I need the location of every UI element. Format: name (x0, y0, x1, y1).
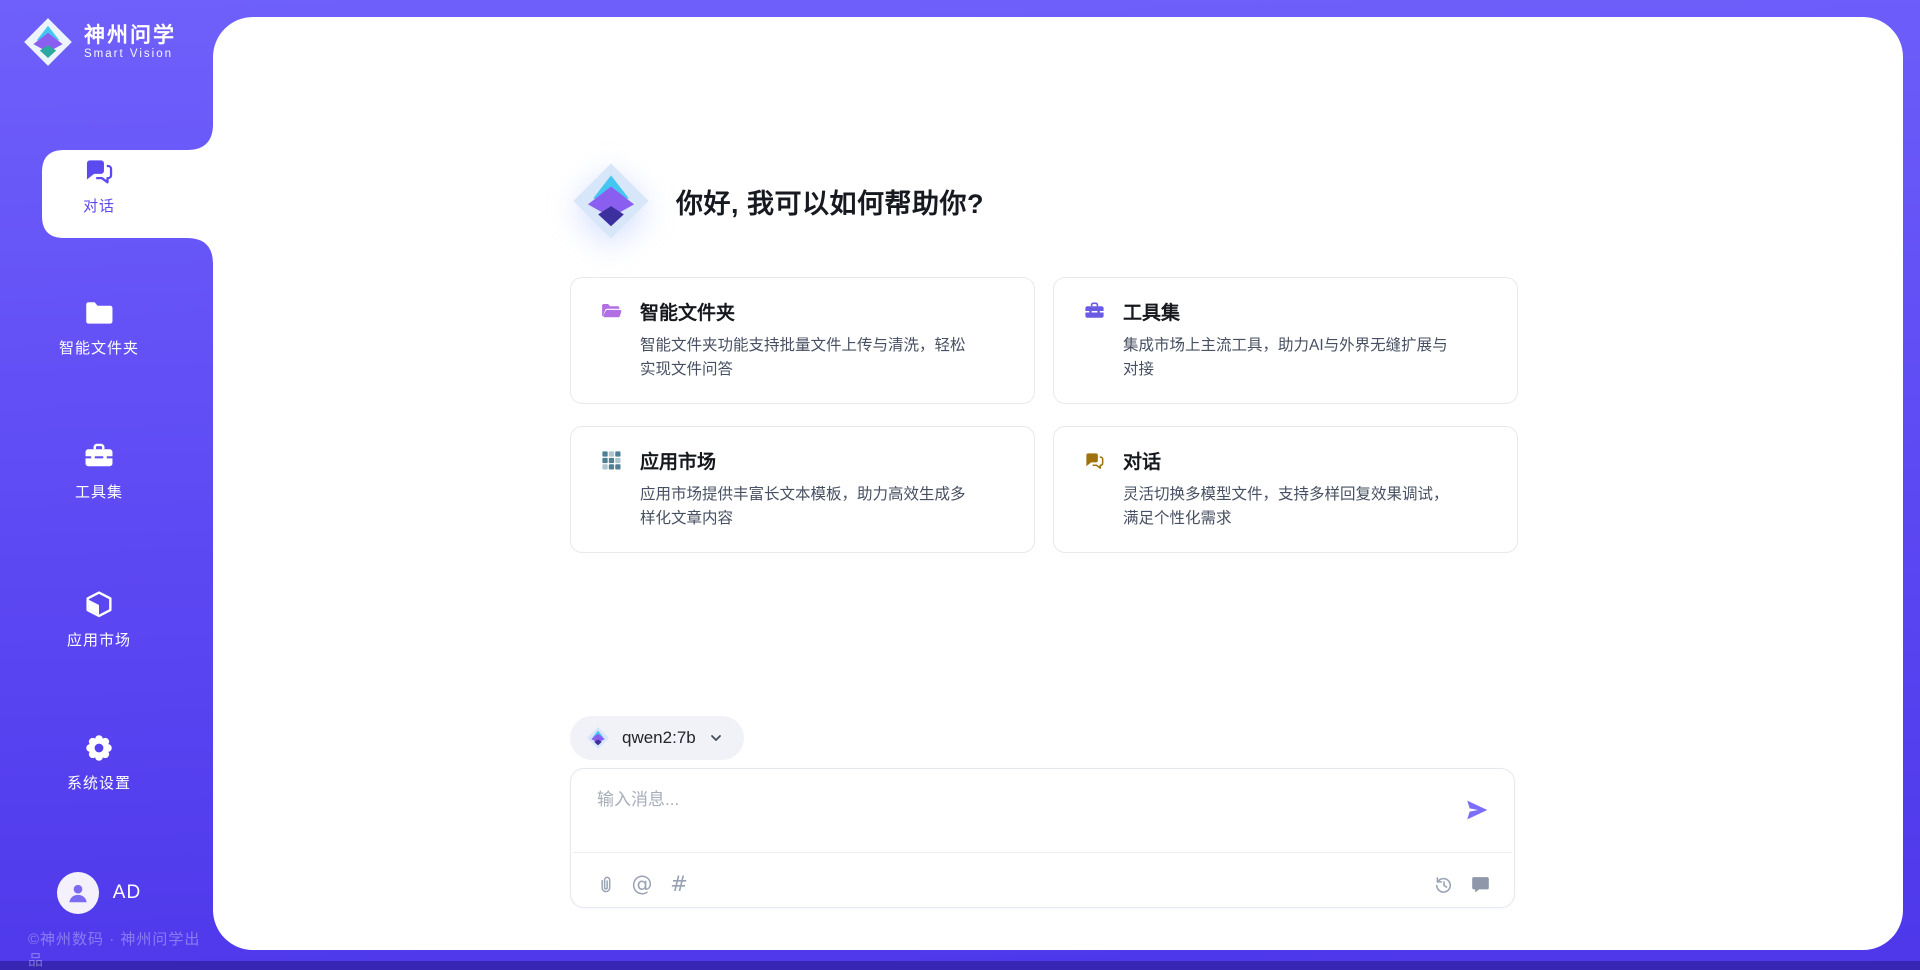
paperclip-icon (595, 874, 616, 895)
sidebar-item-label: 智能文件夹 (59, 337, 139, 358)
folder-open-icon (600, 300, 623, 323)
send-button[interactable] (1464, 797, 1490, 823)
card-app-market[interactable]: 应用市场 应用市场提供丰富长文本模板，助力高效生成多样化文章内容 (570, 426, 1035, 553)
sidebar-item-smart-folder[interactable]: 智能文件夹 (0, 296, 198, 358)
model-name: qwen2:7b (622, 728, 696, 748)
brand-diamond-logo (570, 160, 652, 242)
feature-cards: 智能文件夹 智能文件夹功能支持批量文件上传与清洗，轻松实现文件问答 工具集 集成… (570, 277, 1518, 553)
user-profile[interactable]: AD (0, 872, 198, 914)
sidebar-item-label: 系统设置 (67, 772, 131, 793)
message-input[interactable] (597, 785, 1437, 843)
history-clock-icon (1433, 874, 1454, 895)
bottom-strip (0, 961, 1920, 970)
card-chat[interactable]: 对话 灵活切换多模型文件，支持多样回复效果调试，满足个性化需求 (1053, 426, 1518, 553)
card-smart-folder[interactable]: 智能文件夹 智能文件夹功能支持批量文件上传与清洗，轻松实现文件问答 (570, 277, 1035, 404)
card-title: 应用市场 (640, 447, 716, 474)
chat-bubbles-icon (1083, 449, 1106, 472)
new-chat-button[interactable] (1468, 872, 1492, 896)
sidebar-item-label: 应用市场 (67, 629, 131, 650)
history-button[interactable] (1431, 872, 1455, 896)
brand-name: 神州问学 (84, 24, 176, 48)
toolbox-icon (1083, 300, 1106, 323)
person-icon (65, 880, 91, 906)
send-icon (1464, 797, 1490, 823)
mention-button[interactable]: @ (630, 872, 654, 896)
brand-subtitle: Smart Vision (84, 48, 176, 60)
sidebar-item-label: 工具集 (75, 481, 123, 502)
sidebar: 神州问学 Smart Vision 对话 智能文件夹 工具集 (0, 0, 213, 970)
user-name: AD (113, 882, 141, 904)
sidebar-item-app-market[interactable]: 应用市场 (0, 588, 198, 650)
folder-icon (82, 296, 116, 330)
greeting-text: 你好, 我可以如何帮助你? (676, 182, 984, 221)
brand-diamond-logo (22, 16, 74, 68)
chevron-down-icon (708, 730, 724, 746)
at-sign-icon: @ (632, 874, 653, 895)
gear-icon (82, 731, 116, 765)
sidebar-item-label: 对话 (83, 195, 115, 216)
avatar (57, 872, 99, 914)
card-title: 工具集 (1123, 298, 1180, 325)
sidebar-item-chat[interactable]: 对话 (0, 154, 198, 216)
composer-divider (573, 852, 1512, 853)
card-description: 集成市场上主流工具，助力AI与外界无缝扩展与对接 (1123, 334, 1489, 383)
main-panel: 你好, 我可以如何帮助你? 智能文件夹 智能文件夹功能支持批量文件上传与清洗，轻… (213, 17, 1903, 950)
sidebar-item-toolset[interactable]: 工具集 (0, 440, 198, 502)
grid-icon (600, 449, 623, 472)
message-composer: @ # (570, 768, 1515, 908)
hash-icon: # (670, 874, 688, 895)
card-toolset[interactable]: 工具集 集成市场上主流工具，助力AI与外界无缝扩展与对接 (1053, 277, 1518, 404)
card-description: 灵活切换多模型文件，支持多样回复效果调试，满足个性化需求 (1123, 483, 1489, 532)
greeting: 你好, 我可以如何帮助你? (570, 160, 984, 242)
sidebar-item-settings[interactable]: 系统设置 (0, 731, 198, 793)
model-selector[interactable]: qwen2:7b (570, 716, 744, 760)
attach-file-button[interactable] (593, 872, 617, 896)
sidebar-footer-text: ©神州数码 · 神州问学出品 (28, 928, 213, 970)
composer-toolbar: @ # (593, 867, 1492, 901)
card-description: 智能文件夹功能支持批量文件上传与清洗，轻松实现文件问答 (640, 334, 1006, 383)
toolbox-icon (82, 440, 116, 474)
card-title: 对话 (1123, 447, 1161, 474)
brand: 神州问学 Smart Vision (22, 16, 176, 68)
comment-filled-icon (1470, 874, 1491, 895)
card-title: 智能文件夹 (640, 298, 735, 325)
chat-bubbles-icon (82, 154, 116, 188)
hashtag-button[interactable]: # (667, 872, 691, 896)
card-description: 应用市场提供丰富长文本模板，助力高效生成多样化文章内容 (640, 483, 1006, 532)
cube-icon (82, 588, 116, 622)
model-diamond-icon (586, 726, 610, 750)
